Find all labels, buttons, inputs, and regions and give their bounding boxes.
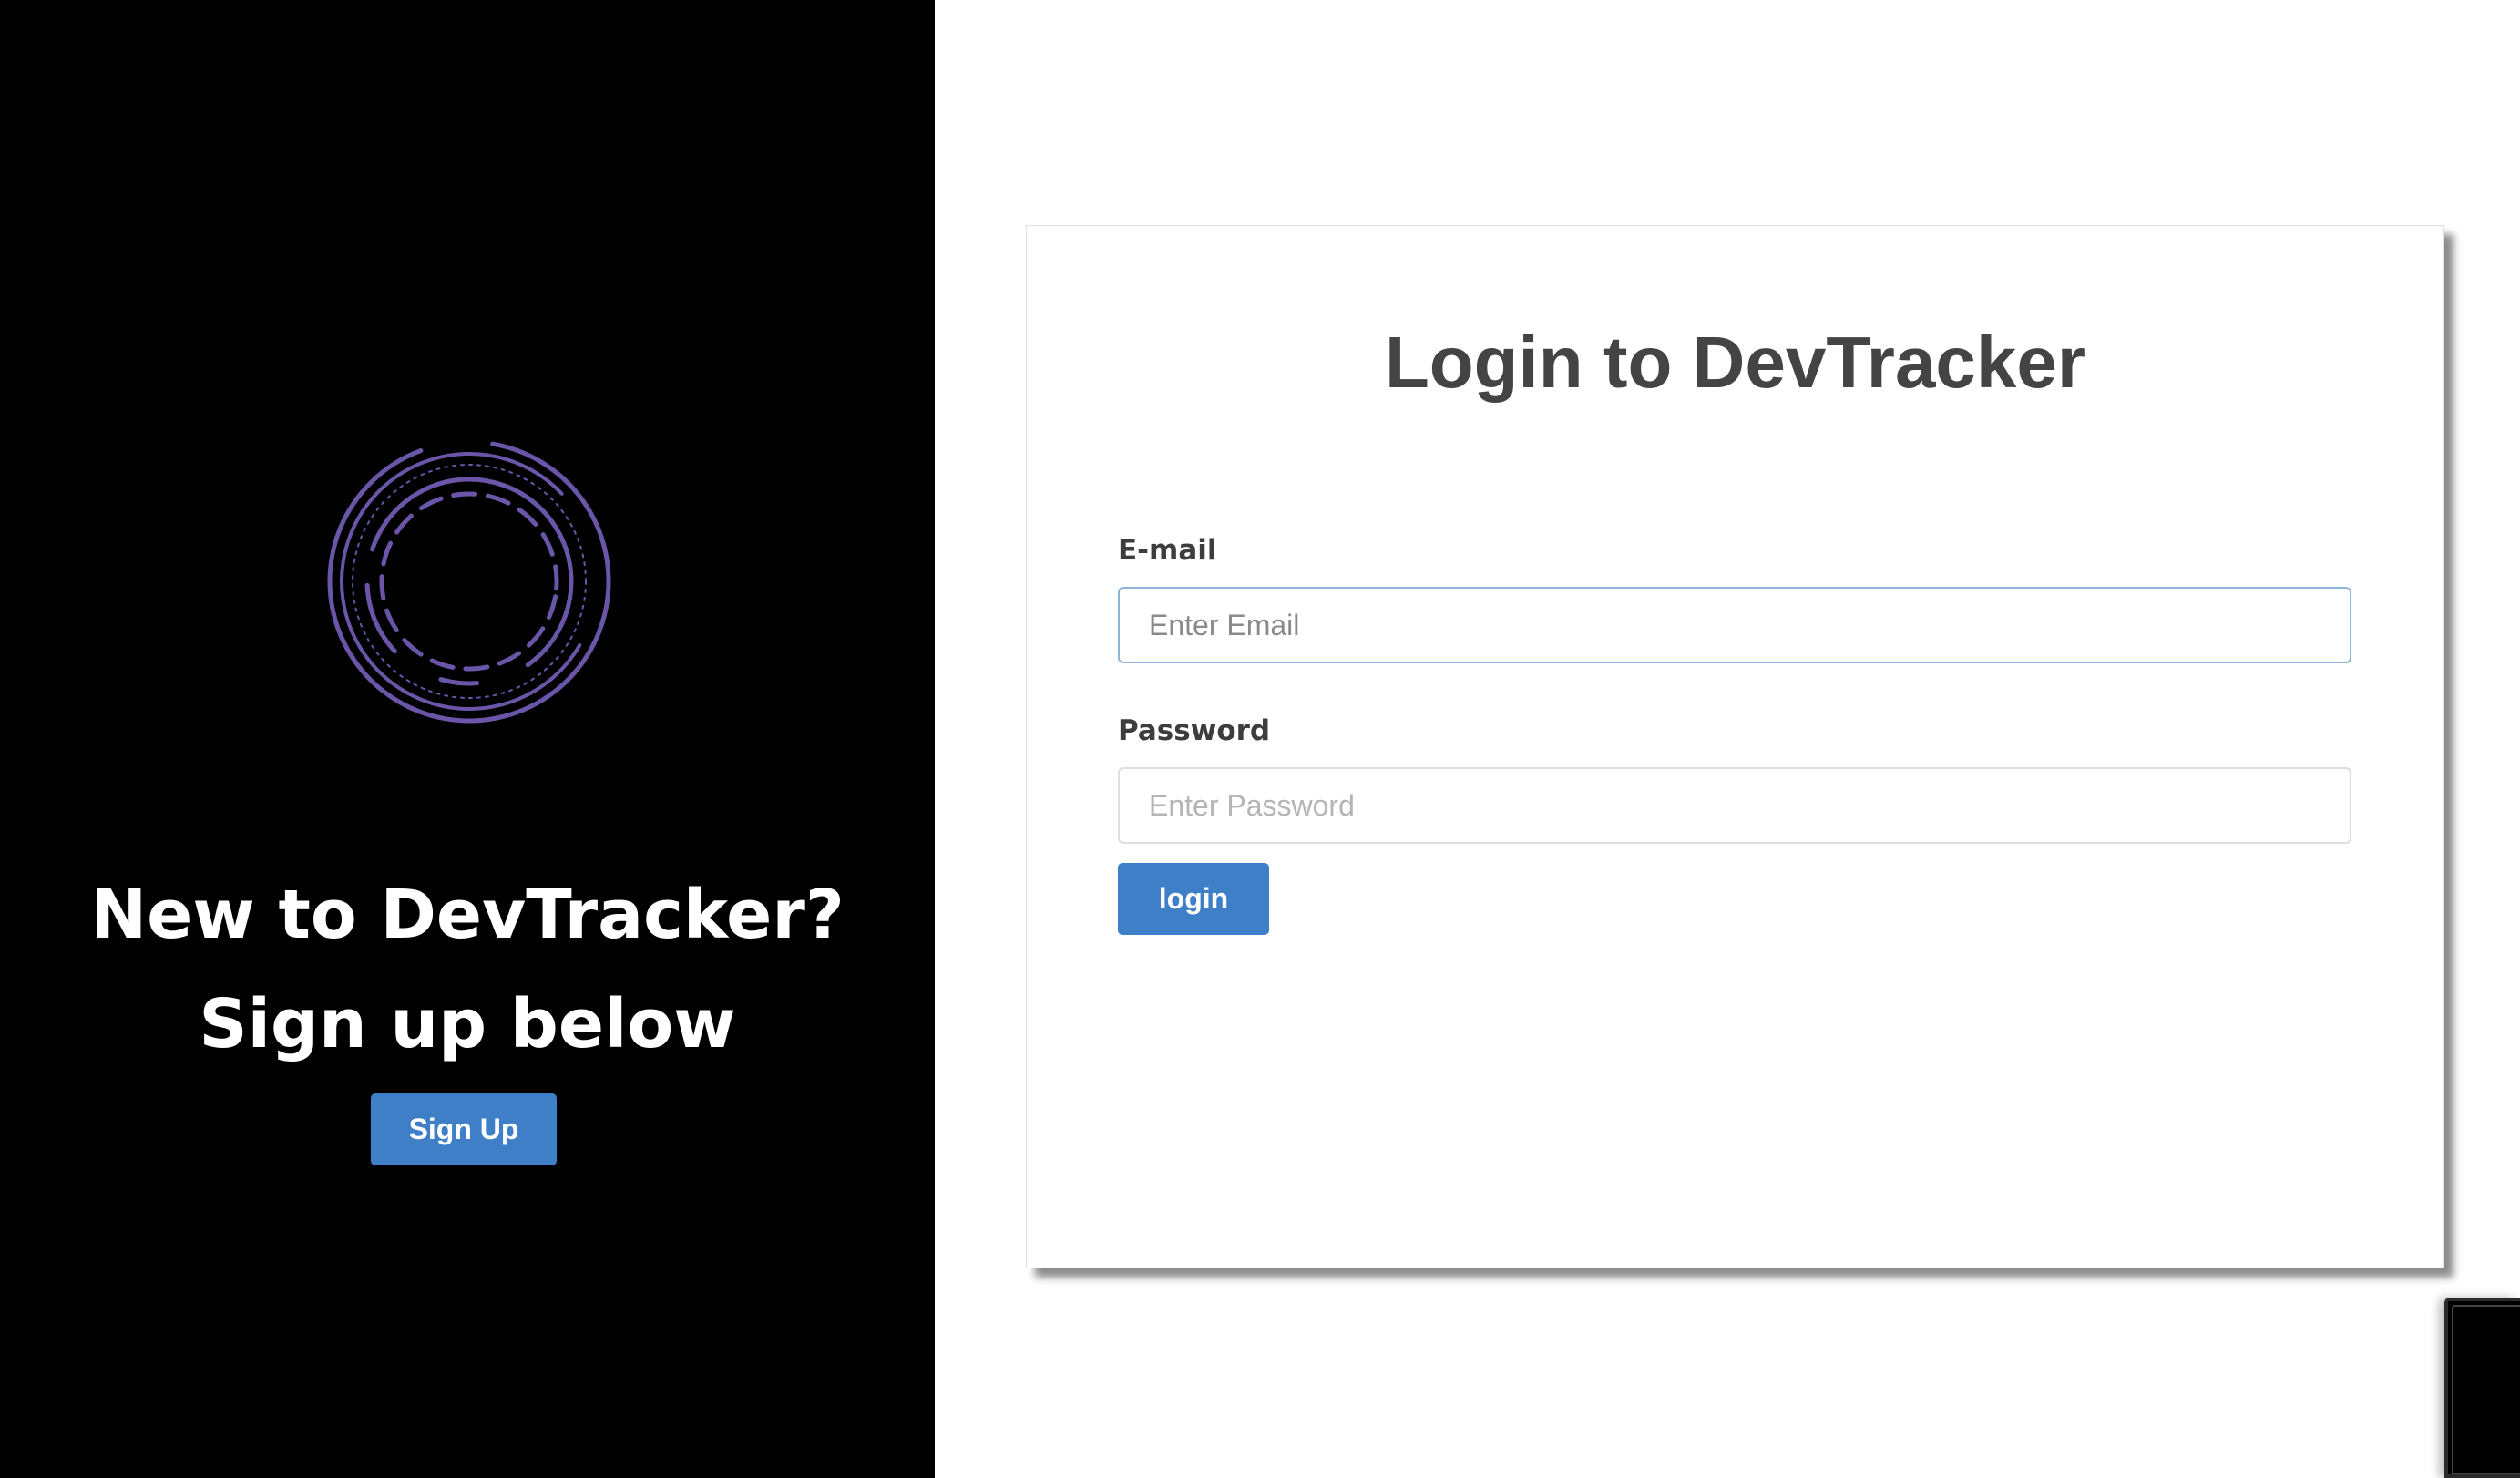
password-label: Password [1118,714,1271,747]
email-label: E-mail [1118,534,1217,567]
page: New to DevTracker? Sign up below Sign Up… [0,0,2520,1478]
signup-button[interactable]: Sign Up [371,1093,557,1165]
login-card: Login to DevTracker E-mail Password logi… [1026,225,2444,1268]
login-button[interactable]: login [1118,863,1269,935]
signup-heading: New to DevTracker? Sign up below [90,876,845,1063]
corner-widget[interactable] [2444,1298,2520,1478]
logo-rings-icon [327,439,611,724]
signup-panel: New to DevTracker? Sign up below Sign Up [0,0,935,1478]
email-field[interactable] [1118,587,2351,663]
corner-widget-frame [2452,1305,2520,1474]
page-title: Login to DevTracker [1384,322,2086,403]
password-field[interactable] [1118,767,2351,844]
